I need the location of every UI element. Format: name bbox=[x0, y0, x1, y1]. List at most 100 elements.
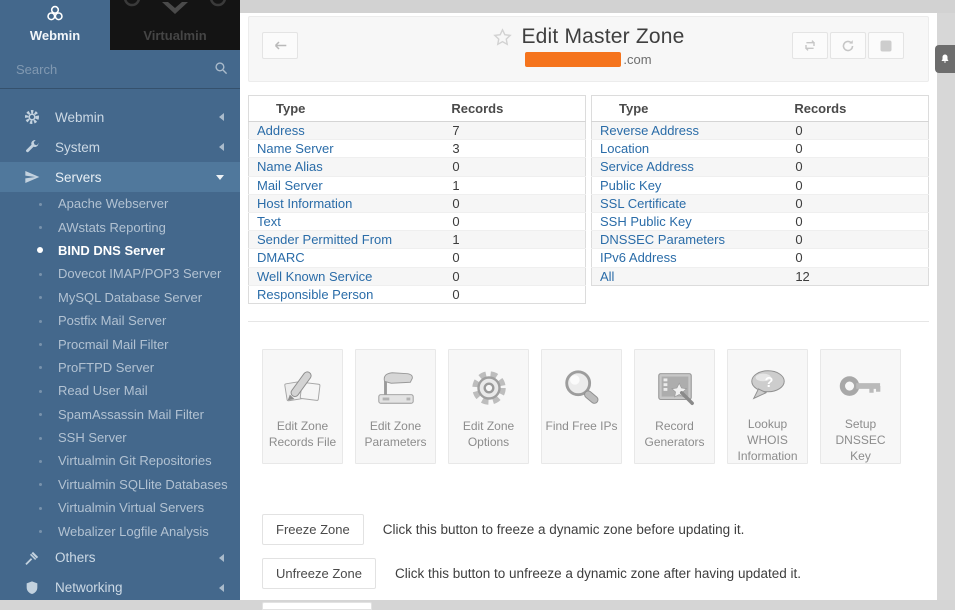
sidebar-item-others[interactable]: Others bbox=[0, 543, 240, 573]
stop-button[interactable] bbox=[868, 32, 904, 59]
record-count: 3 bbox=[447, 140, 585, 158]
record-type-link[interactable]: Host Information bbox=[257, 196, 352, 211]
notifications-tab[interactable] bbox=[935, 45, 955, 73]
record-type-link[interactable]: Sender Permitted From bbox=[257, 232, 392, 247]
sidebar-item-label: Apache Webserver bbox=[58, 196, 168, 211]
sidebar-item-label: Virtualmin Git Repositories bbox=[58, 453, 212, 468]
chevron-down-icon bbox=[216, 175, 224, 180]
card-label: Edit Zone Parameters bbox=[356, 418, 435, 450]
sidebar-item-spamassassin[interactable]: SpamAssassin Mail Filter bbox=[0, 403, 240, 426]
page-title: Edit Master Zone bbox=[521, 25, 684, 49]
record-type-link[interactable]: Well Known Service bbox=[257, 269, 372, 284]
freeze-zone-button[interactable]: Freeze Zone bbox=[262, 514, 364, 545]
record-type-link[interactable]: DNSSEC Parameters bbox=[600, 232, 725, 247]
sidebar-item-apache-webserver[interactable]: Apache Webserver bbox=[0, 192, 240, 215]
product-tabs: Webmin Virtualmin bbox=[0, 0, 240, 50]
record-type-link[interactable]: Name Alias bbox=[257, 159, 323, 174]
record-count: 0 bbox=[447, 212, 585, 230]
record-count: 0 bbox=[790, 140, 928, 158]
record-type-link[interactable]: SSH Public Key bbox=[600, 214, 692, 229]
sidebar-item-system[interactable]: System bbox=[0, 132, 240, 162]
record-type-link[interactable]: DMARC bbox=[257, 250, 305, 265]
edit-zone-options-button[interactable]: Edit Zone Options bbox=[448, 349, 529, 464]
sidebar-item-procmail[interactable]: Procmail Mail Filter bbox=[0, 332, 240, 355]
send-icon bbox=[24, 169, 40, 185]
table-row: Mail Server 1 bbox=[249, 176, 586, 194]
sidebar-item-webalizer[interactable]: Webalizer Logfile Analysis bbox=[0, 519, 240, 542]
bullet-dot bbox=[39, 483, 42, 486]
gear-icon bbox=[24, 109, 40, 125]
record-type-link[interactable]: Location bbox=[600, 141, 649, 156]
table-row: IPv6 Address 0 bbox=[592, 249, 929, 267]
search-icon[interactable] bbox=[214, 61, 228, 75]
sidebar-item-virtualmin-sqlite[interactable]: Virtualmin SQLlite Databases bbox=[0, 473, 240, 496]
record-count: 0 bbox=[447, 267, 585, 285]
record-type-link[interactable]: All bbox=[600, 269, 614, 284]
record-type-link[interactable]: Mail Server bbox=[257, 178, 323, 193]
lookup-whois-information-button[interactable]: ? Lookup WHOIS Information bbox=[727, 349, 808, 464]
webmin-logo-icon bbox=[44, 3, 66, 25]
sidebar-item-label: Postfix Mail Server bbox=[58, 313, 166, 328]
sidebar: Webmin Virtualmin Webmin bbox=[0, 0, 240, 600]
favorite-star-icon[interactable] bbox=[492, 27, 513, 48]
reload-page-button[interactable] bbox=[830, 32, 866, 59]
record-type-link[interactable]: Service Address bbox=[600, 159, 694, 174]
table-row: Public Key0 bbox=[592, 176, 929, 194]
edit-zone-parameters-button[interactable]: Edit Zone Parameters bbox=[355, 349, 436, 464]
unfreeze-zone-button[interactable]: Unfreeze Zone bbox=[262, 558, 376, 589]
top-toolbar-strip bbox=[240, 0, 955, 13]
sidebar-item-dovecot[interactable]: Dovecot IMAP/POP3 Server bbox=[0, 262, 240, 285]
record-type-link[interactable]: Name Server bbox=[257, 141, 334, 156]
pen-paper-icon bbox=[279, 367, 327, 409]
record-generator-icon bbox=[651, 367, 699, 409]
sidebar-item-mysql[interactable]: MySQL Database Server bbox=[0, 286, 240, 309]
record-type-link[interactable]: SSL Certificate bbox=[600, 196, 686, 211]
record-type-link[interactable]: Public Key bbox=[600, 178, 661, 193]
sidebar-item-label: Read User Mail bbox=[58, 383, 148, 398]
tab-virtualmin[interactable]: Virtualmin bbox=[110, 0, 240, 50]
sidebar-item-virtualmin-git[interactable]: Virtualmin Git Repositories bbox=[0, 449, 240, 472]
record-count: 7 bbox=[447, 122, 585, 140]
whois-bubble-icon: ? bbox=[744, 366, 792, 408]
sidebar-item-networking[interactable]: Networking bbox=[0, 573, 240, 603]
record-type-link[interactable]: Reverse Address bbox=[600, 123, 699, 138]
partial-button-cutoff[interactable] bbox=[262, 602, 372, 610]
refresh-modules-button[interactable] bbox=[792, 32, 828, 59]
record-generators-button[interactable]: Record Generators bbox=[634, 349, 715, 464]
sidebar-item-virtualmin-virtual-servers[interactable]: Virtualmin Virtual Servers bbox=[0, 496, 240, 519]
sidebar-item-awstats-reporting[interactable]: AWstats Reporting bbox=[0, 215, 240, 238]
record-type-link[interactable]: Address bbox=[257, 123, 305, 138]
sidebar-item-label: Servers bbox=[55, 170, 102, 185]
record-count: 0 bbox=[790, 249, 928, 267]
column-header-type: Type bbox=[592, 96, 791, 122]
sidebar-item-webmin[interactable]: Webmin bbox=[0, 102, 240, 132]
sidebar-item-ssh-server[interactable]: SSH Server bbox=[0, 426, 240, 449]
chevron-left-icon bbox=[219, 113, 224, 121]
section-divider bbox=[248, 321, 929, 322]
table-row: SSH Public Key0 bbox=[592, 212, 929, 230]
tab-webmin[interactable]: Webmin bbox=[0, 0, 110, 50]
sidebar-item-servers[interactable]: Servers bbox=[0, 162, 240, 192]
sidebar-item-proftpd[interactable]: ProFTPD Server bbox=[0, 356, 240, 379]
key-icon bbox=[837, 366, 885, 408]
record-count: 1 bbox=[447, 176, 585, 194]
setup-dnssec-key-button[interactable]: Setup DNSSEC Key bbox=[820, 349, 901, 464]
bullet-dot bbox=[39, 460, 42, 463]
bullet-dot bbox=[39, 390, 42, 393]
bullet-dot bbox=[39, 226, 42, 229]
stop-square-icon bbox=[880, 40, 892, 52]
table-row: Name Alias0 bbox=[249, 158, 586, 176]
record-count: 0 bbox=[447, 249, 585, 267]
card-label: Record Generators bbox=[635, 418, 714, 450]
edit-zone-records-file-button[interactable]: Edit Zone Records File bbox=[262, 349, 343, 464]
sidebar-item-bind-dns-server[interactable]: BIND DNS Server bbox=[0, 239, 240, 262]
shield-icon bbox=[24, 580, 40, 596]
search-input[interactable] bbox=[0, 50, 240, 88]
find-free-ips-button[interactable]: Find Free IPs bbox=[541, 349, 622, 464]
record-type-link[interactable]: Responsible Person bbox=[257, 287, 373, 302]
sidebar-item-read-user-mail[interactable]: Read User Mail bbox=[0, 379, 240, 402]
record-type-link[interactable]: IPv6 Address bbox=[600, 250, 677, 265]
sidebar-item-label: Webmin bbox=[55, 110, 104, 125]
sidebar-item-postfix[interactable]: Postfix Mail Server bbox=[0, 309, 240, 332]
record-type-link[interactable]: Text bbox=[257, 214, 281, 229]
